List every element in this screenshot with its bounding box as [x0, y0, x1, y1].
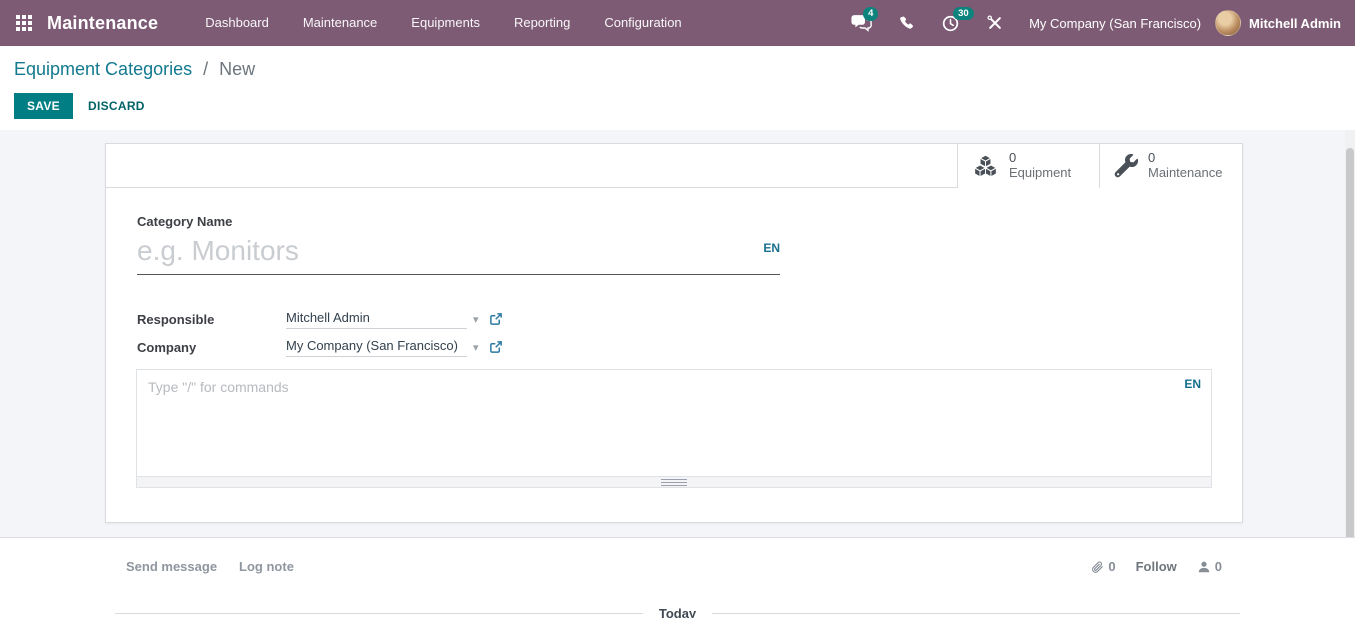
company-external-link-icon[interactable] — [489, 340, 503, 354]
form-body: Category Name EN Responsible Mitchell Ad… — [106, 214, 1242, 488]
field-rows: Responsible Mitchell Admin ▾ Compan — [137, 305, 1242, 361]
main-menu: Dashboard Maintenance Equipments Reporti… — [188, 0, 698, 46]
form-sheet: 0 Equipment 0 Maintenance — [105, 143, 1243, 523]
tools-icon[interactable] — [986, 14, 1004, 32]
log-note-button[interactable]: Log note — [239, 559, 294, 574]
followers-button[interactable]: 0 — [1197, 559, 1222, 574]
stat-buttons: 0 Equipment 0 Maintenance — [957, 144, 1242, 188]
maintenance-stat-label: Maintenance — [1148, 166, 1222, 181]
nav-item-maintenance[interactable]: Maintenance — [286, 0, 394, 46]
notes-resize-handle[interactable] — [136, 477, 1212, 488]
wrench-icon — [1114, 154, 1138, 178]
responsible-row: Responsible Mitchell Admin ▾ — [137, 305, 1242, 333]
resize-grip-icon — [661, 479, 687, 486]
chatter-topbar: Send message Log note — [126, 559, 316, 574]
company-row: Company My Company (San Francisco) ▾ — [137, 333, 1242, 361]
nav-item-equipments[interactable]: Equipments — [394, 0, 497, 46]
notes-field: EN — [136, 369, 1212, 488]
equipment-count: 0 — [1009, 151, 1071, 166]
messages-icon[interactable]: 4 — [851, 14, 872, 32]
responsible-label: Responsible — [137, 312, 286, 327]
equipment-stat-label: Equipment — [1009, 166, 1071, 181]
maintenance-app-window: Maintenance Dashboard Maintenance Equipm… — [0, 0, 1355, 618]
user-menu[interactable]: Mitchell Admin — [1215, 10, 1341, 36]
send-message-button[interactable]: Send message — [126, 559, 217, 574]
top-navbar: Maintenance Dashboard Maintenance Equipm… — [0, 0, 1355, 46]
nav-item-dashboard[interactable]: Dashboard — [188, 0, 286, 46]
notes-textarea[interactable] — [136, 369, 1212, 477]
nav-item-reporting[interactable]: Reporting — [497, 0, 587, 46]
company-label: Company — [137, 340, 286, 355]
divider-line-left — [115, 613, 643, 614]
company-input[interactable]: My Company (San Francisco) — [286, 338, 467, 357]
sheet-header: 0 Equipment 0 Maintenance — [106, 144, 1242, 188]
form-action-buttons: SAVE DISCARD — [14, 93, 145, 119]
language-tag-notes[interactable]: EN — [1184, 377, 1201, 391]
maintenance-stat-button[interactable]: 0 Maintenance — [1099, 144, 1242, 188]
responsible-input[interactable]: Mitchell Admin — [286, 310, 467, 329]
user-avatar — [1215, 10, 1241, 36]
responsible-dropdown-caret-icon[interactable]: ▾ — [473, 313, 479, 326]
scrollbar-thumb[interactable] — [1346, 148, 1354, 568]
category-name-field: EN — [137, 231, 780, 275]
company-switcher[interactable]: My Company (San Francisco) — [1029, 16, 1201, 31]
cubes-icon — [972, 153, 999, 179]
breadcrumb-separator: / — [203, 59, 208, 79]
activities-clock-icon[interactable]: 30 — [941, 14, 960, 33]
language-tag-category[interactable]: EN — [763, 241, 780, 255]
chatter-right-tools: 0 Follow 0 — [1090, 559, 1222, 574]
systray: 4 30 My Company ( — [838, 10, 1345, 36]
divider-date-label: Today — [643, 606, 712, 618]
attachments-count: 0 — [1108, 559, 1115, 574]
app-title[interactable]: Maintenance — [47, 13, 158, 34]
person-icon — [1197, 560, 1211, 574]
paperclip-icon — [1090, 560, 1104, 574]
nav-item-configuration[interactable]: Configuration — [587, 0, 698, 46]
category-name-label: Category Name — [137, 214, 1242, 229]
breadcrumb-current: New — [219, 59, 255, 79]
breadcrumb-parent-link[interactable]: Equipment Categories — [14, 59, 192, 79]
breadcrumb: Equipment Categories / New — [14, 59, 255, 80]
maintenance-count: 0 — [1148, 151, 1222, 166]
category-name-input[interactable] — [137, 231, 780, 275]
activities-count-badge: 30 — [953, 7, 974, 21]
today-divider: Today — [115, 606, 1240, 618]
responsible-external-link-icon[interactable] — [489, 312, 503, 326]
chatter: Send message Log note 0 Follow 0 Today — [0, 537, 1355, 618]
user-name: Mitchell Admin — [1249, 16, 1341, 31]
apps-grid-icon[interactable] — [16, 15, 32, 31]
control-panel: Equipment Categories / New SAVE DISCARD — [0, 46, 1355, 130]
content-area: 0 Equipment 0 Maintenance — [0, 130, 1355, 537]
company-dropdown-caret-icon[interactable]: ▾ — [473, 341, 479, 354]
equipment-stat-button[interactable]: 0 Equipment — [957, 144, 1099, 188]
messages-count-badge: 4 — [863, 7, 878, 21]
divider-line-right — [712, 613, 1240, 614]
phone-icon[interactable] — [898, 15, 915, 32]
save-button[interactable]: SAVE — [14, 93, 73, 119]
followers-count: 0 — [1215, 559, 1222, 574]
follow-button[interactable]: Follow — [1136, 559, 1177, 574]
discard-button[interactable]: DISCARD — [88, 99, 145, 113]
attachments-button[interactable]: 0 — [1090, 559, 1115, 574]
